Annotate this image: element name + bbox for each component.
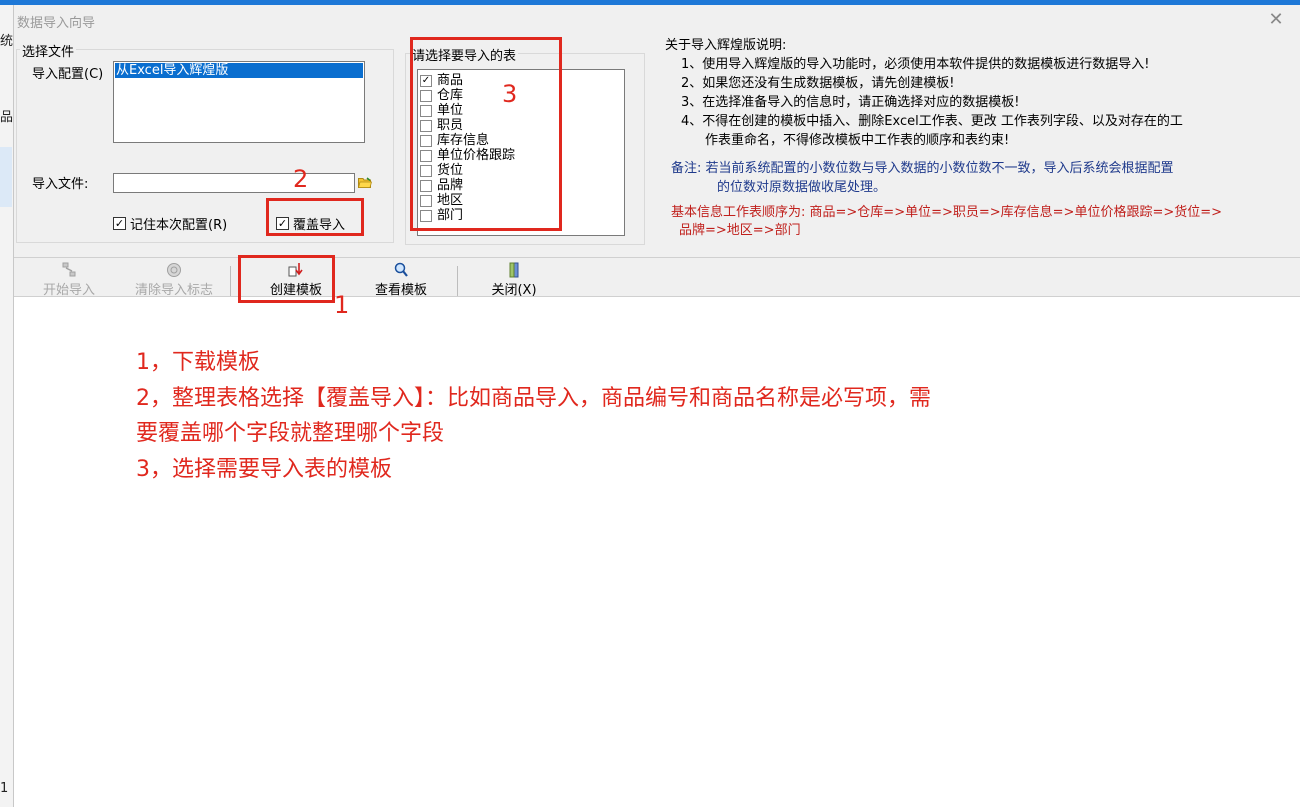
toolbar-separator [457,266,458,296]
instructions-heading: 关于导入辉煌版说明: [665,38,787,53]
annotation-marker-2: 2 [293,165,309,193]
clear-flag-icon [167,263,181,277]
instruction-line: 2、如果您还没有生成数据模板，请先创建模板! [681,76,955,91]
annotation-box-tables [410,37,562,231]
start-import-label: 开始导入 [42,283,95,298]
import-config-selected-item[interactable]: 从Excel导入辉煌版 [115,63,363,78]
sheet-order-line: 品牌=>地区=>部门 [679,223,801,238]
background-text-fragment: 品 [0,110,14,125]
sheet-order-line: 基本信息工作表顺序为: 商品=>仓库=>单位=>职员=>库存信息=>单位价格跟踪… [671,205,1223,220]
annotation-box-create-template [238,255,335,303]
remember-config-checkbox[interactable]: ✓ 记住本次配置(R) [113,214,227,233]
remark-line: 备注: 若当前系统配置的小数位数与导入数据的小数位数不一致，导入后系统会根据配置 [671,161,1174,176]
instruction-line: 4、不得在创建的模板中插入、删除Excel工作表、更改 工作表列字段、以及对存在… [681,114,1183,129]
dialog-title: 数据导入向导 [17,16,96,31]
toolbar: 开始导入 清除导入标志 创建模板 查看模板 关闭(X) [14,257,1300,298]
close-label: 关闭(X) [491,283,537,298]
import-config-label: 导入配置(C) [32,67,104,82]
view-template-label: 查看模板 [374,283,427,298]
background-text-fragment: 1 [0,781,9,796]
annotation-note: 2，整理表格选择【覆盖导入】：比如商品导入，商品编号和商品名称是必写项，需 [136,386,931,411]
annotation-marker-3: 3 [502,80,518,108]
annotation-note: 要覆盖哪个字段就整理哪个字段 [136,421,445,446]
magnifier-icon [394,262,408,277]
instruction-line: 3、在选择准备导入的信息时，请正确选择对应的数据模板! [681,95,1020,110]
start-import-button[interactable]: 开始导入 [38,262,100,298]
start-import-icon [62,262,76,277]
close-icon[interactable]: ✕ [1266,9,1286,30]
remember-config-label: 记住本次配置(R) [130,218,228,233]
log-area: 1，下载模板 2，整理表格选择【覆盖导入】：比如商品导入，商品编号和商品名称是必… [14,297,1300,807]
annotation-note: 1，下载模板 [136,350,260,375]
annotation-note: 3，选择需要导入表的模板 [136,457,392,482]
import-config-listbox[interactable]: 从Excel导入辉煌版 [113,61,365,143]
view-template-button[interactable]: 查看模板 [368,262,434,298]
remark-line: 的位数对原数据做收尾处理。 [717,180,887,195]
background-selection [0,147,12,207]
close-button[interactable]: 关闭(X) [484,262,544,298]
clear-import-flag-label: 清除导入标志 [134,283,213,298]
select-file-legend: 选择文件 [20,41,77,60]
exit-door-icon [509,262,519,278]
remember-config-checkmark[interactable]: ✓ [113,217,126,230]
import-file-input[interactable] [113,173,355,193]
instruction-line: 1、使用导入辉煌版的导入功能时，必须使用本软件提供的数据模板进行数据导入! [681,57,1150,72]
instruction-line: 作表重命名，不得修改模板中工作表的顺序和表约束! [705,133,1010,148]
background-text-fragment: 统 [0,34,14,49]
import-wizard-dialog: 数据导入向导 ✕ 选择文件 导入配置(C) 从Excel导入辉煌版 导入文件: … [13,5,1300,807]
background-window [0,5,14,807]
folder-open-icon[interactable] [358,177,372,188]
import-file-label: 导入文件: [32,177,89,192]
toolbar-separator [230,266,231,296]
annotation-marker-1: 1 [334,291,350,319]
clear-import-flag-button[interactable]: 清除导入标志 [128,262,220,298]
annotation-box-overwrite [266,198,364,236]
